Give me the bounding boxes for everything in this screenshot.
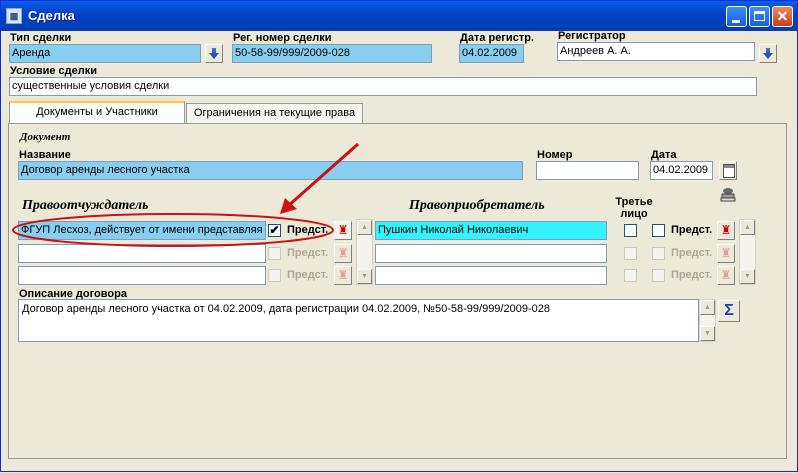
doc-name-label: Название (19, 149, 71, 161)
third-party-checkbox-2[interactable] (624, 247, 637, 260)
document-section-label: Документ (20, 131, 71, 143)
condition-field[interactable]: существенные условия сделки (9, 77, 757, 96)
deal-type-dropdown-button[interactable] (205, 44, 223, 63)
description-textarea[interactable]: Договор аренды лесного участка от 04.02.… (18, 299, 699, 342)
description-scrollbar[interactable]: ▲ ▼ (699, 299, 716, 342)
acquirer-field-3[interactable] (375, 266, 607, 285)
alienator-rep-label-2: Предст. (287, 247, 329, 259)
stamp-icon[interactable] (719, 185, 737, 203)
scroll-up-icon[interactable]: ▲ (357, 220, 372, 235)
doc-name-field[interactable]: Договор аренды лесного участка (18, 161, 523, 180)
alienator-rep-label-3: Предст. (287, 269, 329, 281)
alienator-field-1[interactable]: ФГУП Лесхоз, действует от имени представ… (18, 221, 266, 240)
third-party-checkbox-1[interactable] (624, 224, 637, 237)
person-icon[interactable]: ♜ (334, 221, 352, 240)
doc-date-field[interactable]: 04.02.2009 (650, 161, 713, 180)
acquirer-rep-label-1: Предст. (671, 224, 713, 236)
close-icon: ✕ (776, 8, 789, 24)
acquirer-rep-checkbox-3[interactable] (652, 269, 665, 282)
acquirer-rep-label-2: Предст. (671, 247, 713, 259)
acquirer-rep-checkbox-1[interactable] (652, 224, 665, 237)
deal-type-label: Тип сделки (10, 32, 72, 44)
alienator-field-3[interactable] (18, 266, 266, 285)
app-icon: ▦ (6, 8, 22, 24)
person-icon[interactable]: ♜ (717, 266, 735, 285)
tab-documents-participants[interactable]: Документы и Участники (9, 101, 185, 124)
alienator-rep-label-1: Предст. (287, 224, 329, 236)
acquirer-scrollbar[interactable]: ▲ ▼ (739, 219, 756, 285)
scroll-down-icon[interactable]: ▼ (357, 269, 372, 284)
minimize-button[interactable] (726, 6, 747, 27)
registrar-field[interactable]: Андреев А. А. (557, 42, 755, 61)
acquirer-rep-checkbox-2[interactable] (652, 247, 665, 260)
doc-number-label: Номер (537, 149, 573, 161)
third-party-label: Третье лицо (615, 196, 653, 220)
sigma-icon[interactable]: Σ (718, 300, 740, 322)
acquirer-rep-label-3: Предст. (671, 269, 713, 281)
window-title: Сделка (28, 8, 75, 23)
alienator-heading: Правоотчуждатель (22, 198, 149, 213)
acquirer-heading: Правоприобретатель (409, 198, 545, 213)
reg-date-label: Дата регистр. (460, 32, 534, 44)
alienator-rep-checkbox-2[interactable] (268, 247, 281, 260)
scroll-up-icon[interactable]: ▲ (700, 300, 715, 315)
doc-number-field[interactable] (536, 161, 639, 180)
person-icon[interactable]: ♜ (334, 244, 352, 263)
doc-date-label: Дата (651, 149, 677, 161)
alienator-rep-checkbox-1[interactable]: ✔ (268, 224, 281, 237)
reg-number-field[interactable]: 50-58-99/999/2009-028 (232, 44, 432, 63)
minimize-icon (732, 20, 740, 23)
reg-date-field[interactable]: 04.02.2009 (459, 44, 524, 63)
acquirer-field-2[interactable] (375, 244, 607, 263)
deal-type-field[interactable]: Аренда (9, 44, 201, 63)
person-icon[interactable]: ♜ (334, 266, 352, 285)
third-party-checkbox-3[interactable] (624, 269, 637, 282)
alienator-field-2[interactable] (18, 244, 266, 263)
tab-restrictions[interactable]: Ограничения на текущие права (186, 103, 363, 124)
registrar-label: Регистратор (558, 30, 626, 42)
title-bar[interactable]: ▦ Сделка ✕ (1, 1, 797, 31)
maximize-button[interactable] (749, 6, 770, 27)
alienator-scrollbar[interactable]: ▲ ▼ (356, 219, 373, 285)
scroll-down-icon[interactable]: ▼ (700, 326, 715, 341)
reg-number-label: Рег. номер сделки (233, 32, 332, 44)
deal-window: ▦ Сделка ✕ Тип сделки Аренда Рег. номер … (0, 0, 798, 472)
maximize-icon (754, 11, 765, 21)
calendar-icon[interactable] (719, 161, 737, 180)
scroll-down-icon[interactable]: ▼ (740, 269, 755, 284)
registrar-dropdown-button[interactable] (759, 44, 777, 63)
scroll-up-icon[interactable]: ▲ (740, 220, 755, 235)
close-button[interactable]: ✕ (772, 6, 793, 27)
person-icon[interactable]: ♜ (717, 221, 735, 240)
person-icon[interactable]: ♜ (717, 244, 735, 263)
alienator-rep-checkbox-3[interactable] (268, 269, 281, 282)
acquirer-field-1[interactable]: Пушкин Николай Николаевич (375, 221, 607, 240)
condition-label: Условие сделки (10, 65, 98, 77)
